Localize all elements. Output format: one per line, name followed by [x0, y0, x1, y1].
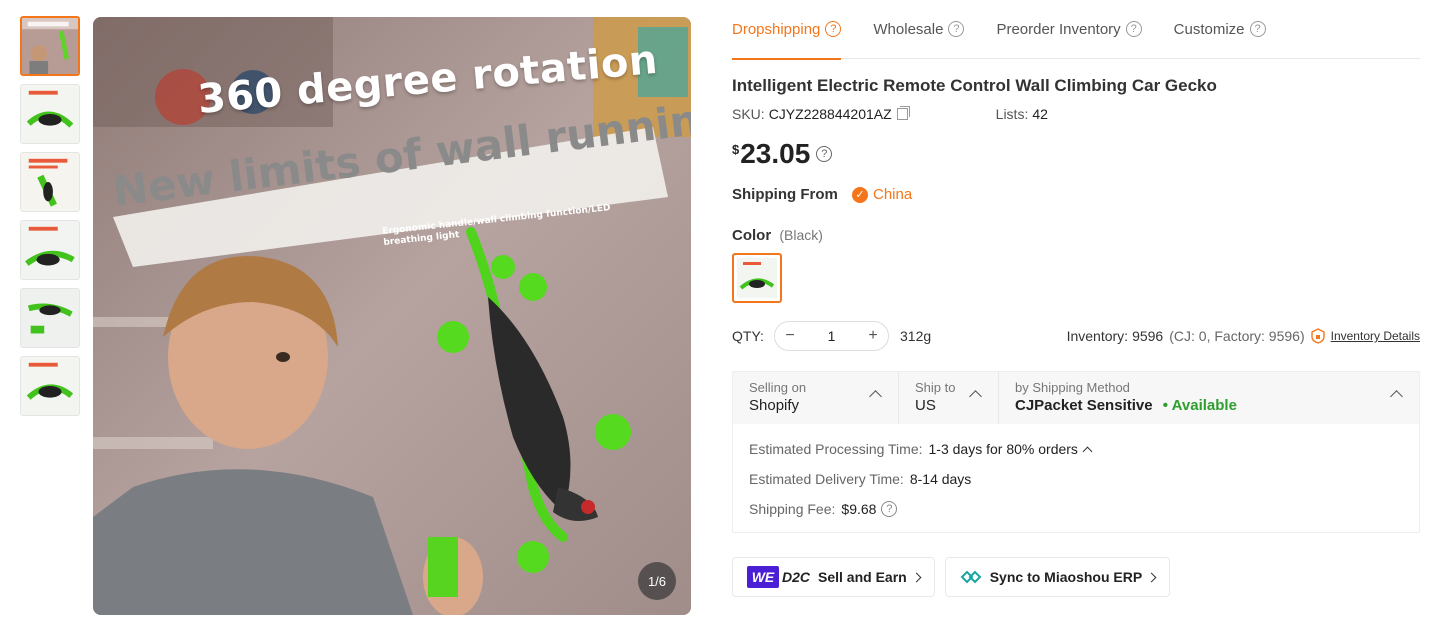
sync-label: Sync to Miaoshou ERP: [989, 569, 1143, 585]
qty-label: QTY:: [732, 328, 764, 344]
processing-time-label: Estimated Processing Time:: [749, 441, 923, 457]
tab-preorder-inventory[interactable]: Preorder Inventory ?: [996, 0, 1142, 59]
qty-input[interactable]: 1: [805, 328, 858, 344]
sell-and-earn-label: Sell and Earn: [818, 569, 907, 585]
tab-wholesale[interactable]: Wholesale ?: [873, 0, 965, 59]
quantity-stepper: − 1 +: [774, 321, 889, 351]
tab-label: Preorder Inventory: [996, 20, 1121, 38]
color-selected: (Black): [779, 227, 823, 243]
ship-to-select[interactable]: Ship to US: [899, 372, 999, 424]
product-info-panel: Dropshipping ? Wholesale ? Preorder Inve…: [732, 0, 1420, 597]
price-help-icon[interactable]: ?: [816, 146, 833, 162]
product-weight: 312g: [900, 328, 932, 344]
thumbnail-list: [20, 16, 80, 424]
price-row: $ 23.05 ?: [732, 138, 1420, 170]
thumbnail-5[interactable]: [20, 288, 80, 348]
sync-to-miaoshou-button[interactable]: Sync to Miaoshou ERP: [944, 557, 1171, 597]
image-counter: 1/6: [638, 562, 676, 600]
selling-on-label: Selling on: [749, 380, 807, 395]
qty-increment-button[interactable]: +: [858, 327, 888, 345]
shipping-header: Selling on Shopify Ship to US by Shippin…: [733, 372, 1419, 424]
sell-and-earn-button[interactable]: WE D2C Sell and Earn: [732, 557, 935, 597]
sku-label: SKU:: [732, 106, 765, 122]
help-icon[interactable]: ?: [825, 21, 842, 37]
shipping-method-label: by Shipping Method: [1015, 380, 1130, 395]
chevron-up-icon[interactable]: [1082, 446, 1093, 456]
action-buttons: WE D2C Sell and Earn Sync to Miaoshou ER…: [732, 557, 1420, 597]
selling-on-value: Shopify: [749, 397, 800, 414]
tab-dropshipping[interactable]: Dropshipping ?: [732, 0, 842, 60]
inventory-value: 9596: [1132, 328, 1164, 344]
delivery-time-row: Estimated Delivery Time: 8-14 days: [749, 464, 1403, 494]
price-currency: $: [732, 142, 740, 157]
main-product-image[interactable]: 360 degree rotation New limits of wall r…: [93, 17, 691, 615]
product-title: Intelligent Electric Remote Control Wall…: [732, 76, 1217, 95]
tab-label: Wholesale: [873, 20, 944, 38]
purchase-mode-tabs: Dropshipping ? Wholesale ? Preorder Inve…: [732, 0, 1420, 60]
processing-time-value: 1-3 days for 80% orders: [928, 441, 1078, 457]
tab-customize[interactable]: Customize ?: [1174, 0, 1266, 59]
quantity-row: QTY: − 1 + 312g Inventory: 9596 (CJ: 0, …: [732, 321, 1420, 351]
color-row: Color (Black): [732, 227, 1420, 303]
shipping-box: Selling on Shopify Ship to US by Shippin…: [732, 371, 1420, 533]
shipping-fee-help-icon[interactable]: ?: [881, 501, 898, 517]
shipping-details: Estimated Processing Time: 1-3 days for …: [733, 424, 1419, 532]
thumbnail-1[interactable]: [20, 16, 80, 76]
thumbnail-6[interactable]: [20, 356, 80, 416]
thumbnail-2[interactable]: [20, 84, 80, 144]
chevron-right-icon: [911, 572, 922, 582]
tab-label: Customize: [1173, 20, 1245, 38]
tab-label: Dropshipping: [732, 20, 821, 38]
color-label: Color: [732, 227, 772, 244]
shipping-fee-row: Shipping Fee: $9.68 ?: [749, 494, 1403, 524]
inventory-info: Inventory: 9596 (CJ: 0, Factory: 9596) I…: [1067, 328, 1420, 344]
inventory-breakdown: (CJ: 0, Factory: 9596): [1169, 328, 1305, 344]
help-icon[interactable]: ?: [1249, 21, 1266, 37]
shipping-fee-value: $9.68: [841, 501, 877, 517]
qty-decrement-button[interactable]: −: [775, 327, 805, 345]
chevron-right-icon: [1146, 572, 1157, 582]
warehouse-shield-icon: [1310, 328, 1325, 344]
copy-icon[interactable]: [896, 106, 910, 120]
shipping-method-value: CJPacket Sensitive: [1015, 397, 1153, 414]
help-icon[interactable]: ?: [1125, 21, 1142, 37]
check-circle-icon: ✓: [852, 186, 868, 203]
sku-row: SKU: CJYZ228844201AZ Lists: 42: [732, 106, 1420, 122]
shipping-fee-label: Shipping Fee:: [749, 501, 836, 517]
thumbnail-4[interactable]: [20, 220, 80, 280]
thumbnail-3[interactable]: [20, 152, 80, 212]
delivery-time-value: 8-14 days: [909, 471, 972, 487]
delivery-time-label: Estimated Delivery Time:: [749, 471, 904, 487]
shipping-from-country[interactable]: China: [873, 186, 912, 203]
shipping-from-row: Shipping From ✓ China: [732, 186, 1420, 203]
shipping-from-label: Shipping From: [732, 186, 838, 203]
processing-time-row: Estimated Processing Time: 1-3 days for …: [749, 434, 1403, 464]
help-icon[interactable]: ?: [948, 21, 965, 37]
inventory-details-link[interactable]: Inventory Details: [1331, 329, 1420, 343]
miaoshou-logo-icon: [960, 570, 982, 584]
sku-value: CJYZ228844201AZ: [768, 106, 892, 122]
lists-value: 42: [1032, 106, 1048, 122]
d2c-label: D2C: [782, 569, 811, 585]
inventory-label: Inventory:: [1066, 328, 1129, 344]
price-value: 23.05: [740, 138, 811, 169]
availability-status: • Available: [1162, 397, 1237, 414]
lists-label: Lists:: [995, 106, 1029, 122]
selling-on-select[interactable]: Selling on Shopify: [733, 372, 899, 424]
color-swatch-black[interactable]: [732, 253, 782, 303]
we-logo-icon: WE: [747, 566, 779, 588]
shipping-method-select[interactable]: by Shipping Method CJPacket Sensitive • …: [999, 372, 1419, 424]
